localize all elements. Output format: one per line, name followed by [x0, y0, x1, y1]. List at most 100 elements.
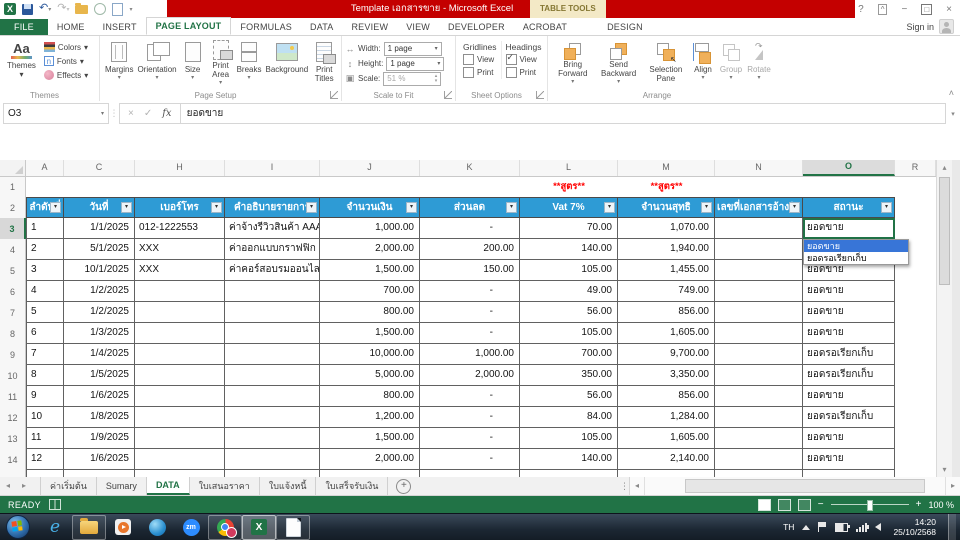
table-cell[interactable]	[715, 386, 803, 407]
table-cell[interactable]: 9,700.00	[618, 344, 715, 365]
close-button[interactable]: ×	[946, 4, 952, 15]
table-cell[interactable]	[225, 281, 320, 302]
bring-forward-button[interactable]: Bring Forward ▾	[551, 39, 595, 88]
table-cell[interactable]: 56.00	[520, 302, 618, 323]
colors-button[interactable]: Colors ▾	[43, 41, 88, 53]
row-header[interactable]: 1	[0, 177, 26, 197]
table-cell[interactable]: 10,000.00	[320, 344, 420, 365]
table-cell[interactable]: 105.00	[520, 428, 618, 449]
table-cell[interactable]	[715, 470, 803, 477]
column-header-letter[interactable]: M	[618, 160, 715, 176]
table-cell[interactable]: -	[420, 428, 520, 449]
table-cell[interactable]: 012-1222553	[135, 218, 225, 239]
filter-button[interactable]: ▾	[789, 202, 800, 213]
sheet-tab-4[interactable]: ใบแจ้งหนี้	[259, 477, 317, 495]
table-cell[interactable]: 1,455.00	[618, 260, 715, 281]
themes-button[interactable]: Aa Themes ▾	[3, 39, 40, 88]
table-cell[interactable]	[135, 449, 225, 470]
row-header[interactable]: 5	[0, 260, 26, 281]
filter-button[interactable]: ▾	[50, 202, 61, 213]
table-cell[interactable]: ยอดขาย	[803, 449, 895, 470]
row-header[interactable]: 3	[0, 218, 26, 239]
headings-view-checkbox[interactable]: View	[505, 52, 542, 65]
table-cell[interactable]	[225, 449, 320, 470]
insert-function-icon[interactable]: fx	[162, 108, 171, 119]
table-cell[interactable]	[420, 470, 520, 477]
normal-view-icon[interactable]	[757, 498, 771, 511]
table-cell[interactable]: XXX	[135, 239, 225, 260]
filter-button[interactable]: ▾	[406, 202, 417, 213]
gridlines-view-checkbox[interactable]: View	[463, 54, 497, 65]
start-button[interactable]	[6, 515, 30, 539]
column-header-letter[interactable]: I	[225, 160, 320, 176]
table-cell[interactable]	[618, 470, 715, 477]
table-cell[interactable]: 140.00	[520, 449, 618, 470]
scroll-right-icon[interactable]: ▸	[945, 477, 960, 495]
table-header-cell[interactable]: คำอธิบายรายการ ▾	[225, 197, 320, 218]
zoom-slider-thumb[interactable]	[866, 500, 873, 511]
table-cell[interactable]: 84.00	[520, 407, 618, 428]
tab-page-layout[interactable]: PAGE LAYOUT	[145, 17, 232, 35]
table-cell[interactable]: 1	[26, 218, 64, 239]
tab-data[interactable]: DATA	[301, 19, 342, 35]
table-cell[interactable]: 10/1/2025	[64, 260, 135, 281]
sheet-nav-left-icon[interactable]: ◂	[0, 477, 16, 495]
taskbar-excel[interactable]: X	[242, 514, 276, 540]
margins-button[interactable]: Margins ▾	[103, 39, 135, 88]
confirm-entry-icon[interactable]: ✓	[144, 108, 152, 119]
taskbar-media-player[interactable]	[106, 515, 140, 540]
background-button[interactable]: Background	[264, 39, 311, 88]
table-cell[interactable]	[135, 365, 225, 386]
table-cell[interactable]	[135, 302, 225, 323]
effects-button[interactable]: Effects ▾	[43, 69, 88, 81]
width-select[interactable]: 1 page ▾	[383, 41, 442, 56]
sign-in[interactable]: Sign in	[906, 19, 954, 34]
table-cell[interactable]: -	[420, 281, 520, 302]
table-cell[interactable]: -	[420, 302, 520, 323]
filter-button[interactable]: ▾	[701, 202, 712, 213]
table-cell[interactable]: 2,140.00	[618, 449, 715, 470]
table-cell[interactable]: 800.00	[320, 302, 420, 323]
table-cell[interactable]: 105.00	[520, 323, 618, 344]
table-cell[interactable]	[225, 407, 320, 428]
table-header-cell[interactable]: ส่วนลด ▾	[420, 197, 520, 218]
sheet-nav-right-icon[interactable]: ▸	[16, 477, 32, 495]
table-cell[interactable]: 749.00	[618, 281, 715, 302]
scale-input[interactable]: 51 % ▴ ▾	[383, 71, 442, 86]
formula-input[interactable]: ยอดขาย	[180, 103, 946, 124]
help-button[interactable]: ?	[858, 4, 864, 15]
ribbon-display-options-icon[interactable]: ^	[877, 3, 888, 15]
column-header-letter[interactable]: N	[715, 160, 803, 176]
table-cell[interactable]: 1,500.00	[320, 323, 420, 344]
table-cell[interactable]: ยอดรอเรียกเก็บ	[803, 407, 895, 428]
table-cell[interactable]: 1,070.00	[618, 218, 715, 239]
qat-circle-icon[interactable]	[94, 3, 107, 15]
table-cell[interactable]	[64, 470, 135, 477]
table-cell[interactable]: ยอดขาย	[803, 428, 895, 449]
table-cell[interactable]: 1/5/2025	[64, 365, 135, 386]
table-cell[interactable]: 5	[26, 302, 64, 323]
language-indicator[interactable]: TH	[783, 522, 794, 532]
table-cell[interactable]: 350.00	[520, 365, 618, 386]
table-cell[interactable]	[803, 470, 895, 477]
table-cell[interactable]: 2,000.00	[320, 449, 420, 470]
table-cell[interactable]	[135, 386, 225, 407]
row-header[interactable]	[0, 470, 26, 477]
row-header[interactable]: 14	[0, 449, 26, 470]
table-cell[interactable]	[225, 386, 320, 407]
tab-bar-splitter[interactable]: ⋮	[620, 477, 629, 495]
table-cell[interactable]: 1/6/2025	[64, 386, 135, 407]
filter-button[interactable]: ▾	[121, 202, 132, 213]
filter-button[interactable]: ▾	[306, 202, 317, 213]
group-button[interactable]: Group ▾	[717, 39, 745, 88]
table-header-cell[interactable]: Vat 7% ▾	[520, 197, 618, 218]
clock[interactable]: 14:20 25/10/2568	[889, 517, 940, 537]
table-cell[interactable]: 200.00	[420, 239, 520, 260]
table-cell[interactable]: XXX	[135, 260, 225, 281]
sheet-tab-2[interactable]: DATA	[146, 477, 190, 495]
battery-icon[interactable]	[835, 522, 851, 532]
column-header-letter[interactable]: C	[64, 160, 135, 176]
horizontal-scrollbar-thumb[interactable]	[685, 479, 925, 493]
column-header-letter[interactable]: H	[135, 160, 225, 176]
table-cell[interactable]: -	[420, 218, 520, 239]
